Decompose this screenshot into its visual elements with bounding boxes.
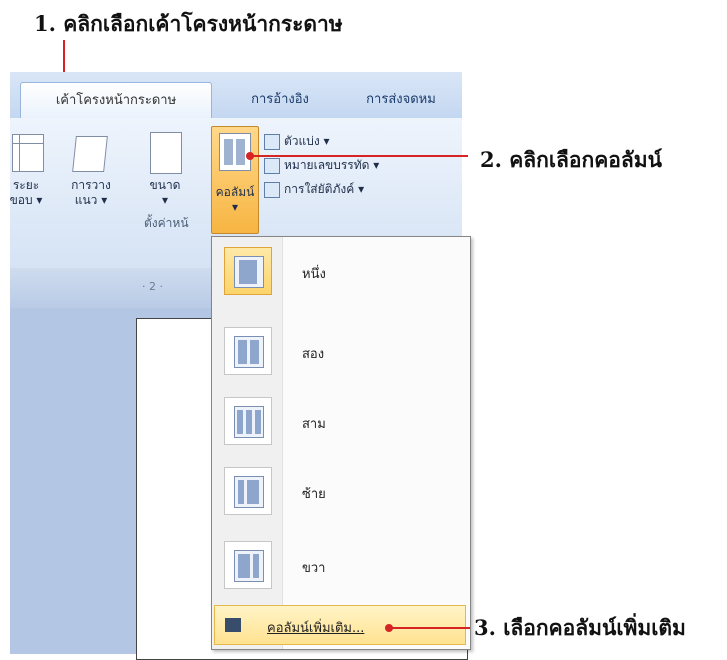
line-numbers-button[interactable]: หมายเลขบรรทัด ▾	[264, 156, 379, 175]
size-label: ขนาด	[149, 178, 181, 192]
column-option-one-label: หนึ่ง	[302, 267, 326, 282]
more-columns-icon	[225, 618, 241, 632]
margins-button[interactable]: ระยะ ขอบ ▾	[4, 178, 48, 208]
left-column-icon	[224, 467, 272, 515]
tab-page-layout[interactable]: เค้าโครงหน้ากระดาษ	[20, 82, 212, 119]
breaks-label: ตัวแบ่ง ▾	[284, 134, 330, 148]
ruler-text: · 2 ·	[142, 280, 163, 293]
breaks-icon	[264, 133, 280, 150]
columns-icon	[219, 133, 251, 171]
size-label-2: ▾	[161, 193, 169, 207]
line-numbers-label: หมายเลขบรรทัด ▾	[284, 158, 380, 172]
annotation-step3-pointer	[390, 627, 470, 629]
column-option-two[interactable]: สอง	[220, 323, 460, 383]
orientation-label: การวาง	[71, 178, 111, 192]
column-option-two-label: สอง	[302, 347, 325, 362]
orientation-label-2: แนว ▾	[74, 193, 108, 207]
ribbon-tabstrip: เค้าโครงหน้ากระดาษ การอ้างอิง การส่งจดหม	[10, 72, 462, 119]
margins-label: ระยะ	[12, 178, 40, 192]
column-option-right-label: ขวา	[302, 561, 326, 576]
columns-button[interactable]: คอลัมน์ ▾	[211, 126, 259, 234]
hyphenation-button[interactable]: การใส่ยัติภังค์ ▾	[264, 180, 364, 199]
column-option-one[interactable]: หนึ่ง	[220, 243, 460, 303]
line-numbers-icon	[264, 157, 280, 174]
orientation-icon	[72, 136, 108, 172]
columns-label-wrap: คอลัมน์ ▾	[210, 185, 260, 215]
column-option-right[interactable]: ขวา	[220, 537, 460, 597]
more-columns-button[interactable]: คอลัมน์เพิ่มเติม...	[214, 605, 466, 645]
margins-label-2: ขอบ ▾	[9, 193, 43, 207]
hyphenation-label: การใส่ยัติภังค์ ▾	[284, 182, 365, 196]
margins-icon	[12, 134, 44, 172]
one-column-icon	[224, 247, 272, 295]
annotation-step2: 2. คลิกเลือกคอลัมน์	[480, 147, 662, 172]
column-option-three-label: สาม	[302, 417, 326, 432]
two-columns-icon	[224, 327, 272, 375]
size-icon	[150, 132, 182, 174]
hyphenation-icon	[264, 181, 280, 198]
orientation-button[interactable]: การวาง แนว ▾	[66, 178, 116, 208]
columns-dropdown: หนึ่ง สอง สาม ซ้าย ขวา คอลัมน์เพิ่มเติม.…	[211, 236, 471, 650]
annotation-step3: 3. เลือกคอลัมน์เพิ่มเติม	[474, 615, 686, 640]
right-column-icon	[224, 541, 272, 589]
tab-mailings[interactable]: การส่งจดหม	[346, 82, 456, 118]
tab-references[interactable]: การอ้างอิง	[232, 82, 328, 118]
column-option-left-label: ซ้าย	[302, 487, 326, 502]
page-setup-group-label: ตั้งค่าหน้	[144, 216, 189, 230]
columns-label: คอลัมน์	[215, 185, 255, 199]
size-button[interactable]: ขนาด ▾	[142, 178, 188, 208]
three-columns-icon	[224, 397, 272, 445]
column-option-left[interactable]: ซ้าย	[220, 463, 460, 523]
column-option-three[interactable]: สาม	[220, 393, 460, 453]
breaks-button[interactable]: ตัวแบ่ง ▾	[264, 132, 330, 151]
annotation-step2-pointer	[252, 155, 468, 157]
columns-label-2: ▾	[231, 200, 239, 214]
more-columns-label: คอลัมน์เพิ่มเติม...	[267, 621, 365, 636]
annotation-step1: 1. คลิกเลือกเค้าโครงหน้ากระดาษ	[34, 11, 343, 36]
